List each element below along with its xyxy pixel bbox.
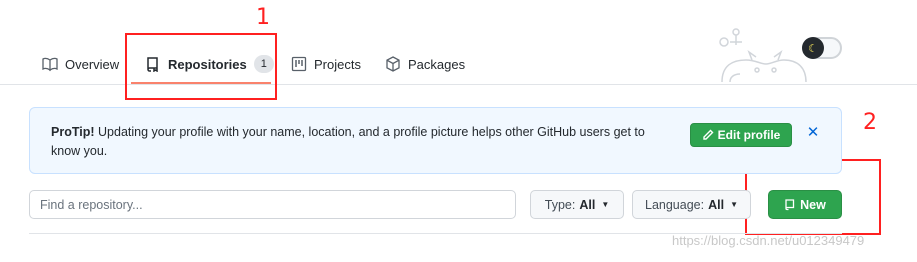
find-repository-input[interactable] [29,190,516,219]
type-filter-label: Type: [544,197,576,212]
book-icon [42,56,58,72]
pencil-icon [702,129,718,141]
annotation-box-1 [125,33,277,100]
project-icon [291,56,307,72]
watermark-text: https://blog.csdn.net/u012349479 [672,233,865,248]
close-icon[interactable]: ✕ [805,122,821,142]
protip-text: ProTip! Updating your profile with your … [51,123,671,161]
tab-overview-label: Overview [65,56,120,72]
type-filter-dropdown[interactable]: Type: All ▼ [530,190,624,219]
new-button-label: New [800,197,826,212]
edit-profile-label: Edit profile [717,128,781,142]
caret-down-icon: ▼ [730,200,738,209]
new-repository-button[interactable]: New [768,190,842,219]
annotation-number-1: 1 [256,5,270,30]
tab-projects[interactable]: Projects [291,44,361,84]
tab-packages-label: Packages [408,56,466,72]
language-filter-value: All [708,197,725,212]
language-filter-dropdown[interactable]: Language: All ▼ [632,190,751,219]
edit-profile-button[interactable]: Edit profile [690,123,792,147]
tab-overview[interactable]: Overview [42,44,119,84]
type-filter-value: All [579,197,596,212]
repo-icon [784,198,800,211]
annotation-number-2: 2 [863,110,877,135]
protip-banner: ProTip! Updating your profile with your … [29,107,842,174]
language-filter-label: Language: [645,197,705,212]
protip-message: Updating your profile with your name, lo… [51,125,645,158]
protip-label: ProTip! [51,125,95,139]
theme-toggle[interactable]: ☾ [802,37,842,59]
tab-packages[interactable]: Packages [385,44,465,84]
caret-down-icon: ▼ [601,200,610,209]
moon-icon: ☾ [802,37,824,59]
tab-projects-label: Projects [314,56,361,72]
package-icon [385,56,401,72]
